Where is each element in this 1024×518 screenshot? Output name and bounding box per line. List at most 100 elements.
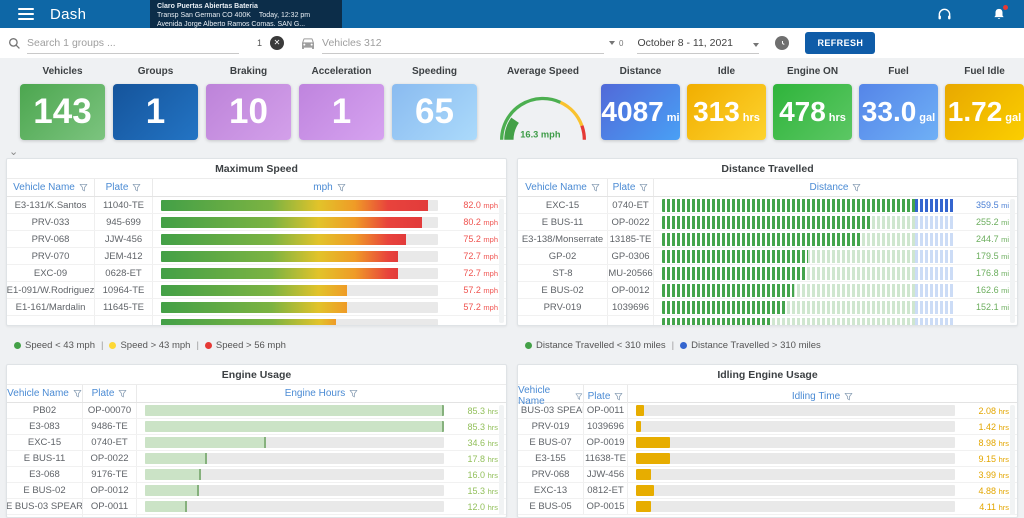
filter-icon[interactable]	[349, 389, 358, 398]
filter-icon[interactable]	[575, 392, 583, 401]
kpi-card-fuel-idle[interactable]: 1.72gal	[945, 84, 1024, 140]
table-row[interactable]: PRV-068JJW-45675.2 mph	[7, 231, 506, 248]
kpi-card-vehicles[interactable]: 143	[20, 84, 105, 140]
table-row[interactable]: E3-131/K.Santos11040-TE82.0 mph	[7, 197, 506, 214]
table-row-partial[interactable]	[518, 316, 1017, 326]
filter-icon[interactable]	[591, 183, 600, 192]
filter-icon[interactable]	[852, 183, 861, 192]
value-number: 17.8	[468, 454, 488, 464]
notifications-bell-icon[interactable]	[992, 7, 1006, 22]
search-groups-input[interactable]: Search 1 groups ...	[27, 33, 239, 54]
table-row[interactable]: E3-0839486-TE85.3 hrs	[7, 419, 506, 435]
clear-search-button[interactable]: ✕	[270, 36, 284, 50]
column-header-vehicle-name[interactable]: Vehicle Name	[7, 385, 83, 402]
bar-track	[662, 301, 955, 314]
scrollbar-track[interactable]	[1010, 199, 1015, 323]
menu-icon[interactable]	[18, 8, 34, 20]
filter-icon[interactable]	[614, 392, 623, 401]
filter-icon[interactable]	[337, 183, 346, 192]
bar-track	[662, 233, 955, 246]
table-row[interactable]: E BUS-02OP-0012162.6 mi	[518, 282, 1017, 299]
table-row[interactable]: E BUS-11OP-0022255.2 mi	[518, 214, 1017, 231]
kpi-card-engine-on[interactable]: 478hrs	[773, 84, 852, 140]
table-row[interactable]: GP-02GP-0306179.5 mi	[518, 248, 1017, 265]
table-row[interactable]: E BUS-03 SPEAROP-001112.0 hrs	[7, 499, 506, 515]
kpi-card-distance[interactable]: 4087mi	[601, 84, 680, 140]
date-range-select[interactable]: October 8 - 11, 2021	[637, 33, 759, 54]
kpi-label: Engine ON	[787, 66, 838, 77]
kpi-groups: Groups1	[113, 66, 198, 140]
table-row[interactable]: E BUS-03 SPEAROP-00112.08 hrs	[518, 403, 1017, 419]
table-row-partial[interactable]	[7, 316, 506, 326]
table-row[interactable]: E1-161/Mardalin11645-TE57.2 mph	[7, 299, 506, 316]
column-header-mph[interactable]: mph	[153, 179, 506, 196]
table-row[interactable]: EXC-090628-ET72.7 mph	[7, 265, 506, 282]
chevron-down-icon[interactable]	[609, 41, 615, 45]
bar-fill	[662, 216, 870, 229]
kpi-card-idle[interactable]: 313hrs	[687, 84, 766, 140]
cell-vehicle-name: E3-083	[7, 419, 83, 434]
table-row[interactable]: E BUS-02OP-001215.3 hrs	[7, 483, 506, 499]
filter-icon[interactable]	[132, 183, 141, 192]
kpi-unit: hrs	[743, 112, 760, 124]
table-row[interactable]: PB02OP-0007085.3 hrs	[7, 403, 506, 419]
column-header-vehicle-name[interactable]: Vehicle Name	[7, 179, 95, 196]
bar-value: 4.88 hrs	[963, 486, 1009, 496]
scrollbar-track[interactable]	[499, 199, 504, 323]
kpi-card-fuel[interactable]: 33.0gal	[859, 84, 938, 140]
bar-track	[145, 421, 444, 432]
value-unit: mph	[483, 218, 498, 227]
kpi-card-speeding[interactable]: 65	[392, 84, 477, 140]
kpi-card-braking[interactable]: 10	[206, 84, 291, 140]
kpi-card-groups[interactable]: 1	[113, 84, 198, 140]
kpi-unit: hrs	[829, 112, 846, 124]
table-row[interactable]: PRV-070JEM-41272.7 mph	[7, 248, 506, 265]
table-row[interactable]: PRV-033945-69980.2 mph	[7, 214, 506, 231]
table-row[interactable]: E BUS-05OP-00154.11 hrs	[518, 499, 1017, 515]
cell-bar: 9.15 hrs	[628, 451, 1017, 466]
filter-icon[interactable]	[79, 183, 88, 192]
column-header-plate[interactable]: Plate	[95, 179, 153, 196]
column-header-engine-hours[interactable]: Engine Hours	[137, 385, 506, 402]
refresh-button[interactable]: REFRESH	[805, 32, 875, 54]
table-row[interactable]: ST-8MU-20566176.8 mi	[518, 265, 1017, 282]
legend-label: Distance Travelled < 310 miles	[536, 340, 666, 351]
column-header-plate[interactable]: Plate	[608, 179, 654, 196]
bar-track	[662, 267, 955, 280]
filter-icon[interactable]	[73, 389, 82, 398]
scrollbar-track[interactable]	[499, 405, 504, 515]
bar-fill	[636, 501, 651, 512]
filter-icon[interactable]	[639, 183, 648, 192]
vehicles-select[interactable]: Vehicles 312	[322, 33, 604, 54]
table-row[interactable]: E3-15511638-TE9.15 hrs	[518, 451, 1017, 467]
app-bar: Dash Claro Puertas Abiertas Bateria Tran…	[0, 0, 1024, 28]
column-header-distance[interactable]: Distance	[654, 179, 1017, 196]
table-row[interactable]: PRV-068JJW-4563.99 hrs	[518, 467, 1017, 483]
column-header-vehicle-name[interactable]: Vehicle Name	[518, 179, 608, 196]
scrollbar-track[interactable]	[1010, 405, 1015, 515]
table-row[interactable]: EXC-150740-ET34.6 hrs	[7, 435, 506, 451]
table-row[interactable]: E BUS-07OP-00198.98 hrs	[518, 435, 1017, 451]
table-row[interactable]: PRV-01910396961.42 hrs	[518, 419, 1017, 435]
table-row[interactable]: EXC-130812-ET4.88 hrs	[518, 483, 1017, 499]
bar-fill-over	[915, 199, 955, 212]
headset-icon[interactable]	[937, 7, 952, 22]
table-row[interactable]: E BUS-11OP-002217.8 hrs	[7, 451, 506, 467]
table-row[interactable]: E3-0689176-TE16.0 hrs	[7, 467, 506, 483]
table-row[interactable]: EXC-150740-ET359.5 mi	[518, 197, 1017, 214]
collapse-kpi-chevron-icon[interactable]: ⌄	[9, 147, 18, 158]
filter-icon[interactable]	[118, 389, 127, 398]
kpi-card-acceleration[interactable]: 1	[299, 84, 384, 140]
column-header-plate[interactable]: Plate	[83, 385, 137, 402]
table-row[interactable]: E3-138/Monserrate13185-TE244.7 mi	[518, 231, 1017, 248]
panel-title: Idling Engine Usage	[518, 365, 1017, 385]
table-row[interactable]: E1-091/W.Rodriguez10964-TE57.2 mph	[7, 282, 506, 299]
bar-fill	[662, 267, 806, 280]
bar-track	[161, 268, 438, 279]
filter-icon[interactable]	[844, 392, 853, 401]
table-row[interactable]: PRV-0191039696152.1 mi	[518, 299, 1017, 316]
time-filter-icon[interactable]	[775, 36, 789, 50]
value-unit: mi	[1001, 286, 1009, 295]
cell-plate: 11040-TE	[95, 197, 153, 213]
bar-track	[636, 421, 955, 432]
